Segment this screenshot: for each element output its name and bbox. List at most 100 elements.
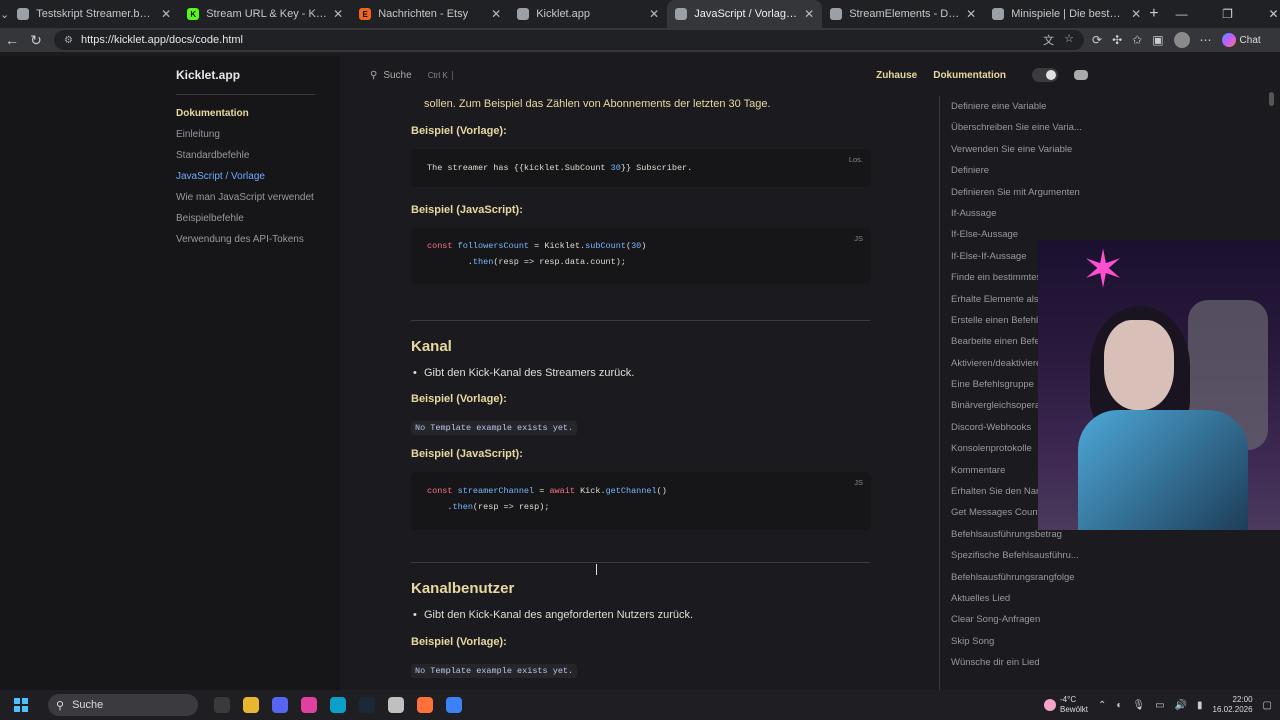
taskbar-app-icon[interactable] (446, 697, 462, 713)
menu-dots-icon[interactable]: ⋯ (1200, 33, 1212, 47)
browser-tab[interactable]: JavaScript / Vorlage | Kicklet.app ✕ (667, 0, 823, 28)
restore-icon[interactable]: ❐ (1205, 7, 1251, 21)
discord-icon[interactable] (1074, 70, 1088, 80)
tab-close-icon[interactable]: ✕ (491, 7, 501, 21)
chat-button[interactable]: Chat (1221, 33, 1261, 47)
battery-icon[interactable]: ▮ (1197, 700, 1203, 711)
taskbar-app-icon[interactable] (214, 697, 230, 713)
outline-item[interactable]: Überschreiben Sie eine Varia... (951, 117, 1139, 138)
search-label: Suche (383, 69, 412, 81)
windows-start-icon[interactable] (14, 698, 28, 712)
sidebar-item[interactable]: Dokumentation (176, 106, 326, 122)
tab-close-icon[interactable]: ✕ (1131, 7, 1141, 21)
translate-icon[interactable]: 文 (1043, 32, 1054, 48)
tab-search-chevron-icon[interactable]: ⌄ (0, 0, 9, 28)
tab-close-icon[interactable]: ✕ (161, 7, 171, 21)
bookmark-star-icon[interactable]: ☆ (1064, 32, 1074, 48)
notifications-icon[interactable]: ▢ (1263, 700, 1272, 711)
puzzle-icon[interactable]: ✣ (1112, 33, 1122, 47)
browser-tab[interactable]: Testskript Streamer.bot Kick ✕ (9, 0, 179, 28)
outline-item[interactable]: Skip Song (951, 631, 1139, 652)
theme-toggle[interactable] (1032, 68, 1058, 82)
outline-item[interactable]: Spezifische Befehlsausführu... (951, 545, 1139, 566)
code-text: = (534, 486, 550, 496)
taskbar-clock[interactable]: 22:00 16.02.2026 (1213, 695, 1253, 715)
code-text: }} Subscriber. (620, 163, 693, 173)
code-keyword: const (427, 486, 453, 496)
new-tab-button[interactable]: + (1149, 5, 1158, 23)
code-block-js: JS const streamerChannel = await Kick.ge… (411, 472, 871, 530)
webcam-neon-sign: ✶ (1081, 241, 1125, 299)
tray-app-icon[interactable]: ◐ (1116, 700, 1122, 711)
search-shortcut: Ctrl K (428, 70, 453, 80)
example-template-label: Beispiel (Vorlage): (411, 636, 507, 648)
sidebar-item[interactable]: JavaScript / Vorlage (176, 169, 326, 185)
site-brand[interactable]: Kicklet.app (176, 68, 240, 82)
code-variable: followersCount (457, 241, 530, 251)
taskbar-app-icon[interactable] (359, 697, 375, 713)
taskbar-app-icon[interactable] (330, 697, 346, 713)
code-text: () (656, 486, 667, 496)
outline-item[interactable]: Verwenden Sie eine Variable (951, 139, 1139, 160)
tab-title: JavaScript / Vorlage | Kicklet.app (694, 8, 798, 20)
outline-item[interactable]: Befehlsausführungsrangfolge (951, 567, 1139, 588)
taskbar-app-icon[interactable] (417, 697, 433, 713)
outline-item[interactable]: Aktuelles Lied (951, 588, 1139, 609)
scrollbar-thumb[interactable] (1269, 92, 1274, 106)
microphone-icon[interactable]: 🎙 (1132, 700, 1145, 711)
browser-tab[interactable]: Kicklet.app ✕ (509, 0, 667, 28)
tab-favicon-icon (17, 8, 30, 20)
favorites-icon[interactable]: ✩ (1132, 33, 1142, 47)
browser-tab[interactable]: K Stream URL & Key - Kick Dashboard ✕ (179, 0, 351, 28)
tray-chevron-icon[interactable]: ⌃ (1098, 700, 1106, 711)
tab-close-icon[interactable]: ✕ (804, 7, 814, 21)
speaker-icon[interactable]: 🔊 (1175, 700, 1187, 711)
minimize-icon[interactable]: — (1159, 7, 1205, 21)
tab-title: Kicklet.app (536, 8, 591, 20)
browser-tab[interactable]: Minispiele | Die beste Software zu ✕ (984, 0, 1149, 28)
url-field[interactable]: ⚙ https://kicklet.app/docs/code.html 文 ☆ (54, 30, 1084, 50)
sidebar-item[interactable]: Beispielbefehle (176, 211, 326, 227)
code-function: getChannel (605, 486, 657, 496)
intro-text: sollen. Zum Beispiel das Zählen von Abon… (424, 98, 771, 110)
collections-icon[interactable]: ▣ (1152, 33, 1163, 47)
sidebar-item[interactable]: Wie man JavaScript verwendet (176, 190, 326, 206)
code-text: ) (641, 241, 647, 251)
outline-item[interactable]: Definiere (951, 160, 1139, 181)
nav-home-link[interactable]: Zuhause (876, 70, 917, 81)
outline-item[interactable]: Definieren Sie mit Argumenten (951, 182, 1139, 203)
search-button[interactable]: ⚲ Suche Ctrl K (370, 70, 453, 81)
profile-avatar[interactable] (1173, 32, 1190, 48)
taskbar-app-icon[interactable] (272, 697, 288, 713)
extension-icon[interactable]: ⟳ (1092, 33, 1102, 47)
network-icon[interactable]: ▭ (1155, 700, 1164, 711)
outline-item[interactable]: Wünsche dir ein Lied (951, 652, 1139, 673)
sidebar-item[interactable]: Einleitung (176, 127, 326, 143)
weather-desc: Bewölkt (1060, 705, 1089, 714)
browser-tab[interactable]: E Nachrichten - Etsy ✕ (351, 0, 509, 28)
section-heading-kanalbenutzer: Kanalbenutzer (411, 580, 515, 597)
tab-title: Testskript Streamer.bot Kick (36, 8, 155, 20)
close-window-icon[interactable]: ✕ (1251, 7, 1280, 21)
browser-tab[interactable]: StreamElements - Default comma ✕ (822, 0, 984, 28)
taskbar-app-icon[interactable] (388, 697, 404, 713)
outline-item[interactable]: Clear Song-Anfragen (951, 609, 1139, 630)
code-function: subCount (585, 241, 626, 251)
back-icon[interactable]: ← (0, 32, 24, 48)
taskbar-app-icon[interactable] (301, 697, 317, 713)
taskbar-app-icon[interactable] (243, 697, 259, 713)
outline-item[interactable]: If-Aussage (951, 203, 1139, 224)
outline-item[interactable]: Definiere eine Variable (951, 96, 1139, 117)
tab-close-icon[interactable]: ✕ (966, 7, 976, 21)
tab-close-icon[interactable]: ✕ (333, 7, 343, 21)
site-info-icon[interactable]: ⚙ (64, 35, 73, 46)
code-block-js: JS const followersCount = Kicklet.subCou… (411, 228, 871, 284)
sidebar-item[interactable]: Standardbefehle (176, 148, 326, 164)
tab-close-icon[interactable]: ✕ (649, 7, 659, 21)
reload-icon[interactable]: ↻ (24, 32, 48, 49)
weather-widget[interactable]: -4°C Bewölkt (1044, 695, 1088, 715)
nav-docs-link[interactable]: Dokumentation (933, 70, 1006, 81)
weather-icon (1044, 699, 1056, 711)
taskbar-search[interactable]: ⚲ Suche (48, 694, 198, 716)
sidebar-item[interactable]: Verwendung des API-Tokens (176, 232, 326, 248)
